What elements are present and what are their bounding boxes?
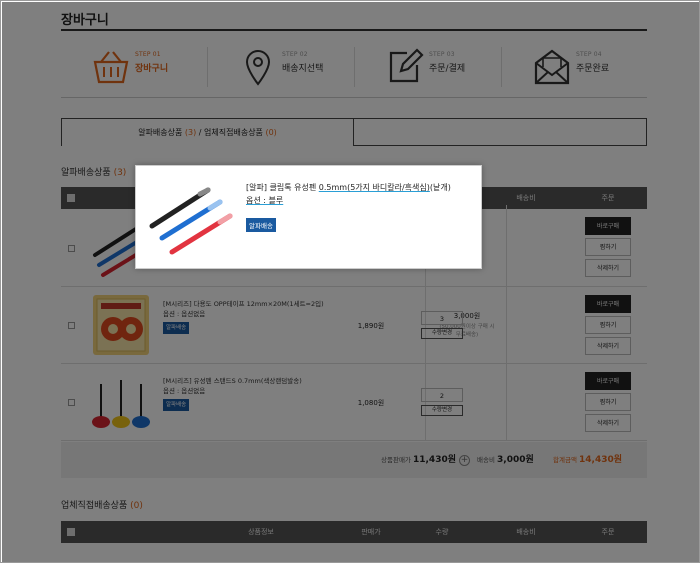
popup-delivery-badge: 알파배송 <box>246 218 276 232</box>
popup-product-option: 옵션 : 블루 <box>246 195 283 206</box>
popup-product-name: [알파] 클립톡 유성펜 0.5mm(5가지 바디칼라/흑색심)(낱개) <box>246 182 451 194</box>
cart-page: 장바구니 STEP 01 장바구니 STEP 02 배송지선택 <box>0 0 700 563</box>
modal-overlay[interactable] <box>2 2 699 562</box>
product-image <box>149 187 233 255</box>
popup-name-suffix: (낱개) <box>429 183 451 192</box>
popup-name-prefix: [알파] 클립톡 유성펜 <box>246 183 319 192</box>
popup-name-link[interactable]: 0.5mm(5가지 바디칼라/흑색심) <box>319 183 430 192</box>
popup-option-text: 옵션 : 블루 <box>246 196 284 205</box>
product-preview-popup: [알파] 클립톡 유성펜 0.5mm(5가지 바디칼라/흑색심)(낱개) 옵션 … <box>135 165 482 269</box>
